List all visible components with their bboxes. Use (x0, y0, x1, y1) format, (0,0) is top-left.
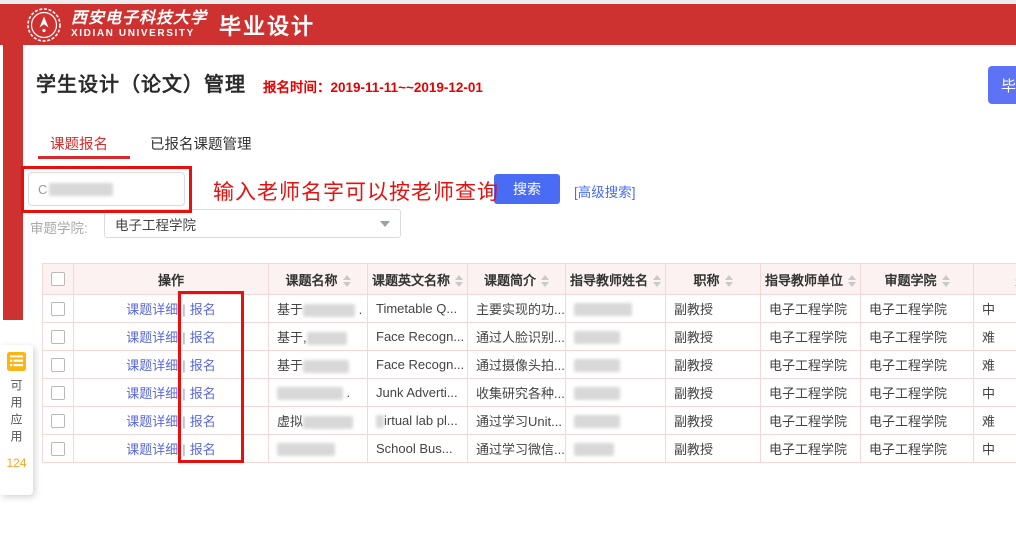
topics-table: 操作 课题名称 课题英文名称 课题简介 指导教师姓名 职称 指导教师单位 审题学… (42, 263, 1016, 463)
university-name: 西安电子科技大学 XIDIAN UNIVERSITY (71, 10, 207, 39)
topic-detail-link[interactable]: 课题详细 (126, 442, 178, 457)
app-title: 毕业设计 (219, 9, 315, 41)
row-checkbox[interactable] (51, 442, 65, 456)
topic-detail-link[interactable]: 课题详细 (126, 358, 178, 373)
redacted-topic-name (303, 360, 349, 373)
search-input-text: C (38, 182, 47, 197)
row-checkbox[interactable] (51, 414, 65, 428)
redacted-topic-name (277, 387, 343, 400)
signup-time: 报名时间：2019-11-11~~2019-12-01 (263, 76, 483, 96)
signup-time-label: 报名时间： (263, 80, 331, 95)
sort-icon[interactable] (541, 275, 549, 287)
redacted-input-text (49, 183, 113, 196)
sort-icon[interactable] (653, 275, 661, 287)
sort-icon[interactable] (455, 275, 463, 287)
available-apps-count: 124 (6, 456, 26, 470)
col-header-action: 操作 (74, 264, 269, 295)
page-title: 学生设计（论文）管理 (36, 68, 246, 97)
table-row: 课题详细|报名 虚拟 irtual lab pl... 通过学习Unit... … (43, 407, 1016, 435)
col-header-rank: 职称 (666, 264, 761, 295)
signup-link[interactable]: 报名 (190, 414, 216, 429)
col-header-topic-name: 课题名称 (269, 264, 368, 295)
sort-icon[interactable] (343, 275, 351, 287)
redacted-advisor-name (574, 359, 620, 372)
signup-link[interactable]: 报名 (190, 358, 216, 373)
signup-time-value: 2019-11-11~~2019-12-01 (331, 80, 483, 95)
col-header-advisor-name: 指导教师姓名 (566, 264, 666, 295)
available-apps-label: 可用应用 (8, 379, 25, 447)
select-all-checkbox[interactable] (51, 272, 65, 286)
redacted-topic-name (303, 416, 353, 429)
row-checkbox[interactable] (51, 330, 65, 344)
signup-link[interactable]: 报名 (190, 302, 216, 317)
app-header: 西安电子科技大学 XIDIAN UNIVERSITY 毕业设计 (0, 4, 1016, 45)
college-filter-select[interactable]: 电子工程学院 (104, 209, 401, 238)
col-header-topic-difficulty: 题目 (974, 264, 1016, 295)
signup-link[interactable]: 报名 (190, 442, 216, 457)
row-checkbox[interactable] (51, 302, 65, 316)
app-list-icon (7, 352, 26, 371)
col-header-advisor-unit: 指导教师单位 (761, 264, 861, 295)
header-checkbox-cell (43, 264, 74, 295)
col-header-topic-intro: 课题简介 (468, 264, 566, 295)
sort-icon[interactable] (942, 275, 950, 287)
topic-detail-link[interactable]: 课题详细 (126, 386, 178, 401)
available-apps-panel[interactable]: 可用应用 124 (0, 345, 33, 495)
university-name-en: XIDIAN UNIVERSITY (71, 29, 207, 39)
advanced-search-link[interactable]: [高级搜索] (574, 181, 636, 201)
active-tab-underline (38, 156, 130, 159)
redacted-topic-name (277, 443, 335, 456)
col-header-topic-en-name: 课题英文名称 (368, 264, 468, 295)
redacted-text (376, 415, 384, 428)
sort-icon[interactable] (725, 275, 733, 287)
annotation-hint-text: 输入老师名字可以按老师查询 (213, 176, 499, 206)
row-checkbox[interactable] (51, 358, 65, 372)
redacted-advisor-name (574, 303, 632, 316)
table-row: 课题详细|报名 基于 . Timetable Q... 主要实现的功... 副教… (43, 295, 1016, 323)
university-logo-icon (26, 7, 62, 43)
topic-detail-link[interactable]: 课题详细 (126, 330, 178, 345)
corner-action-button[interactable]: 毕业 (988, 66, 1016, 104)
search-button[interactable]: 搜索 (494, 174, 560, 204)
signup-link[interactable]: 报名 (190, 386, 216, 401)
tab-topic-signup[interactable]: 课题报名 (50, 133, 108, 154)
table-row: 课题详细|报名 基于 Face Recogn... 通过摄像头拍... 副教授 … (43, 351, 1016, 379)
redacted-advisor-name (574, 387, 620, 400)
table-header-row: 操作 课题名称 课题英文名称 课题简介 指导教师姓名 职称 指导教师单位 审题学… (43, 264, 1016, 295)
redacted-advisor-name (574, 443, 614, 456)
teacher-search-input[interactable]: C (28, 172, 185, 206)
signup-link[interactable]: 报名 (190, 330, 216, 345)
tab-signedup-topics[interactable]: 已报名课题管理 (150, 133, 252, 154)
table-row: 课题详细|报名 . Junk Adverti... 收集研究各种... 副教授 … (43, 379, 1016, 407)
row-checkbox[interactable] (51, 386, 65, 400)
topic-detail-link[interactable]: 课题详细 (126, 302, 178, 317)
redacted-topic-name (307, 332, 347, 345)
col-header-review-college: 审题学院 (861, 264, 974, 295)
redacted-advisor-name (574, 331, 620, 344)
university-name-cn: 西安电子科技大学 (71, 10, 207, 26)
chevron-down-icon (380, 221, 390, 227)
table-row: 课题详细|报名 基于, Face Recogn... 通过人脸识别... 副教授… (43, 323, 1016, 351)
sort-icon[interactable] (848, 275, 856, 287)
redacted-advisor-name (574, 415, 620, 428)
redacted-topic-name (303, 304, 355, 317)
college-filter-value: 电子工程学院 (115, 214, 196, 234)
college-filter-label: 审题学院: (30, 217, 88, 237)
left-red-stripe (3, 45, 23, 320)
table-row: 课题详细|报名 School Bus... 通过学习微信... 副教授 电子工程… (43, 435, 1016, 463)
topic-detail-link[interactable]: 课题详细 (126, 414, 178, 429)
